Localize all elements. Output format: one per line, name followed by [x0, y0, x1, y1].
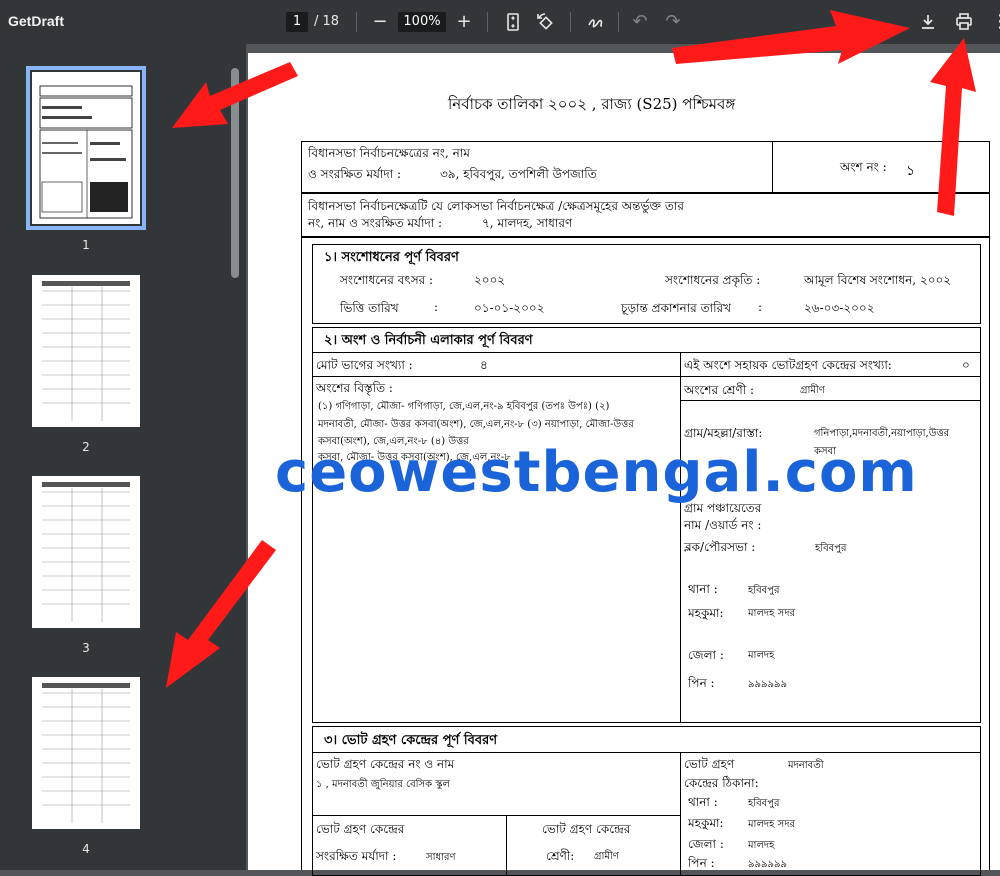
arrow-to-sidebar-top: [172, 62, 298, 128]
arrow-overlay: [166, 10, 976, 688]
arrow-to-sidebar-bottom: [166, 540, 276, 688]
arrow-to-print: [930, 38, 976, 216]
arrow-to-download: [672, 10, 910, 64]
